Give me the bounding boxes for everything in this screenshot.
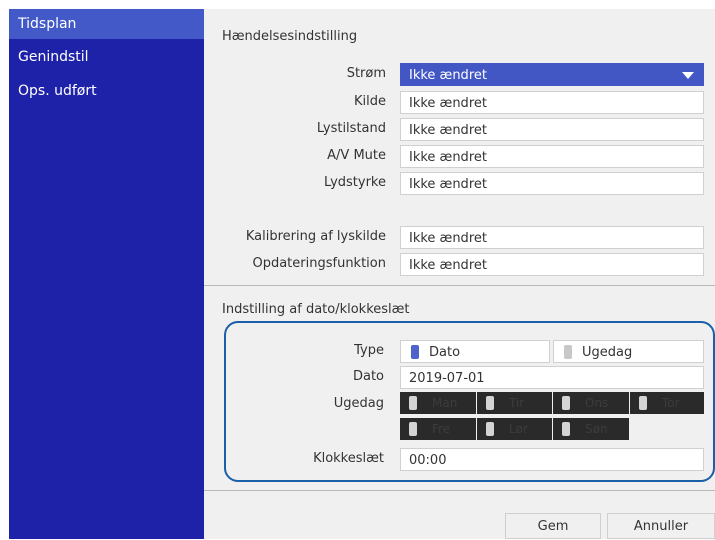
time-field[interactable]: 00:00 <box>400 448 704 471</box>
date-label: Dato <box>352 369 384 384</box>
lydstyrke-label: Lydstyrke <box>324 175 386 190</box>
type-label: Type <box>354 343 384 358</box>
dropdown-arrow-icon <box>682 72 694 79</box>
weekday-label: Ugedag <box>333 396 384 411</box>
av-mute-label: A/V Mute <box>327 148 386 163</box>
checkbox-icon <box>562 396 570 410</box>
radio-selected-icon <box>411 345 419 359</box>
opdateringsfunktion-label: Opdateringsfunktion <box>252 256 386 271</box>
event-settings-title: Hændelsesindstilling <box>222 29 358 44</box>
lydstyrke-field[interactable]: Ikke ændret <box>400 172 704 195</box>
kalibrering-label: Kalibrering af lyskilde <box>245 229 386 244</box>
opdateringsfunktion-field[interactable]: Ikke ændret <box>400 253 704 276</box>
cancel-button[interactable]: Annuller <box>607 513 715 539</box>
datetime-title: Indstilling af dato/klokkeslæt <box>222 302 410 317</box>
sidebar-item-ops-udfort[interactable]: Ops. udført <box>9 76 204 106</box>
sidebar: Tidsplan Genindstil Ops. udført <box>9 9 204 539</box>
weekday-checkbox-man: Man <box>400 392 476 414</box>
type-option-ugedag-label: Ugedag <box>582 345 633 360</box>
kilde-label: Kilde <box>354 94 386 109</box>
checkbox-icon <box>486 422 494 436</box>
weekday-label-tir: Tir <box>509 396 525 410</box>
time-label: Klokkeslæt <box>313 451 384 466</box>
date-field[interactable]: 2019-07-01 <box>400 366 704 389</box>
weekday-label-ons: Ons <box>585 396 609 410</box>
strom-label: Strøm <box>346 66 386 81</box>
checkbox-icon <box>639 396 647 410</box>
weekday-checkbox-tor: Tor <box>630 392 704 414</box>
weekday-label-lor: Lør <box>509 422 528 436</box>
checkbox-icon <box>409 396 417 410</box>
lystilstand-field[interactable]: Ikke ændret <box>400 118 704 141</box>
weekday-checkbox-ons: Ons <box>553 392 629 414</box>
type-option-dato-label: Dato <box>429 345 461 360</box>
av-mute-field[interactable]: Ikke ændret <box>400 145 704 168</box>
checkbox-icon <box>486 396 494 410</box>
weekday-label-son: Søn <box>585 422 608 436</box>
weekday-checkbox-tir: Tir <box>477 392 552 414</box>
weekday-checkbox-son: Søn <box>553 418 629 440</box>
strom-value: Ikke ændret <box>409 68 487 83</box>
radio-unselected-icon <box>564 345 572 359</box>
type-option-dato[interactable]: Dato <box>400 340 550 363</box>
footer-divider <box>204 490 715 491</box>
weekday-label-man: Man <box>432 396 458 410</box>
section-divider <box>204 285 715 286</box>
weekday-checkbox-fre: Fre <box>400 418 476 440</box>
type-option-ugedag[interactable]: Ugedag <box>553 340 704 363</box>
save-button[interactable]: Gem <box>505 513 601 539</box>
checkbox-icon <box>562 422 570 436</box>
kilde-field[interactable]: Ikke ændret <box>400 91 704 114</box>
weekday-label-tor: Tor <box>662 396 680 410</box>
weekday-label-fre: Fre <box>432 422 451 436</box>
lystilstand-label: Lystilstand <box>316 121 386 136</box>
strom-dropdown[interactable]: Ikke ændret <box>400 63 704 86</box>
sidebar-item-genindstil[interactable]: Genindstil <box>9 42 204 72</box>
weekday-checkbox-lor: Lør <box>477 418 552 440</box>
sidebar-item-tidsplan[interactable]: Tidsplan <box>9 9 204 39</box>
kalibrering-field[interactable]: Ikke ændret <box>400 226 704 249</box>
checkbox-icon <box>409 422 417 436</box>
